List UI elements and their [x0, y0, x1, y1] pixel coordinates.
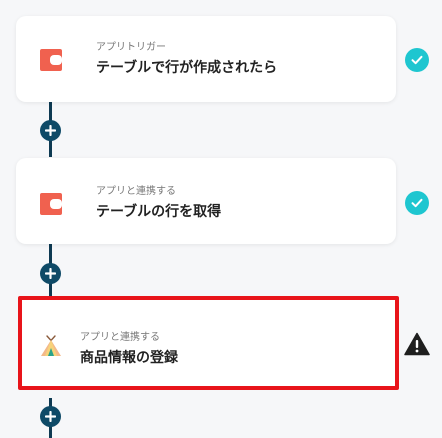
- add-step-button[interactable]: [40, 120, 61, 141]
- check-circle-icon: [405, 48, 429, 72]
- table-app-icon: [40, 193, 62, 215]
- step-subtitle: アプリと連携する: [96, 186, 176, 197]
- flow-step-get-row[interactable]: アプリと連携する テーブルの行を取得: [16, 158, 396, 244]
- warning-icon: [404, 332, 430, 356]
- flow-step-register-product[interactable]: アプリと連携する 商品情報の登録: [18, 296, 399, 390]
- add-step-button[interactable]: [40, 263, 61, 284]
- step-subtitle: アプリと連携する: [80, 332, 160, 343]
- step-title: テーブルの行を取得: [96, 203, 222, 219]
- tent-app-icon: [41, 335, 61, 356]
- check-circle-icon: [405, 191, 429, 215]
- table-app-icon: [40, 49, 62, 71]
- flow-step-trigger[interactable]: アプリトリガー テーブルで行が作成されたら: [16, 16, 396, 102]
- plus-icon: [45, 411, 56, 422]
- plus-icon: [45, 268, 56, 279]
- plus-icon: [45, 125, 56, 136]
- add-step-button[interactable]: [40, 406, 61, 427]
- step-subtitle: アプリトリガー: [96, 42, 166, 53]
- step-title: テーブルで行が作成されたら: [96, 59, 278, 75]
- step-title: 商品情報の登録: [80, 349, 178, 365]
